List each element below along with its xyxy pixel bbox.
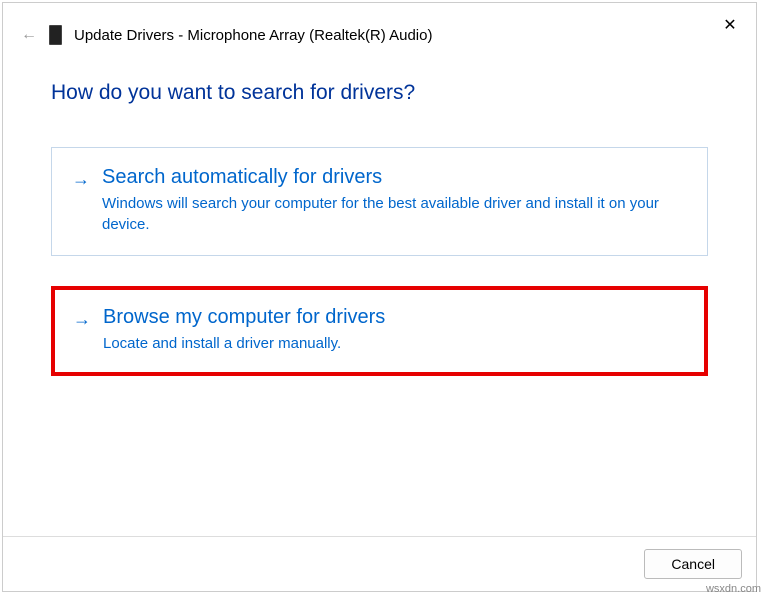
option-description: Locate and install a driver manually.: [103, 333, 686, 354]
back-arrow-icon: ←: [21, 26, 37, 43]
option-title: Browse my computer for drivers: [103, 306, 686, 329]
arrow-right-icon: →: [73, 306, 91, 354]
option-text: Browse my computer for drivers Locate an…: [103, 306, 686, 354]
option-search-automatically[interactable]: → Search automatically for drivers Windo…: [51, 147, 708, 256]
device-icon: [49, 25, 62, 45]
main-content: How do you want to search for drivers? →…: [3, 53, 756, 536]
close-button[interactable]: ✕: [718, 13, 742, 37]
option-description: Windows will search your computer for th…: [102, 193, 687, 235]
dialog-header: ← Update Drivers - Microphone Array (Rea…: [3, 3, 756, 53]
option-title: Search automatically for drivers: [102, 166, 687, 189]
update-drivers-dialog: ✕ ← Update Drivers - Microphone Array (R…: [2, 2, 757, 592]
arrow-right-icon: →: [72, 166, 90, 235]
dialog-title: Update Drivers - Microphone Array (Realt…: [74, 27, 432, 44]
search-question: How do you want to search for drivers?: [51, 81, 708, 105]
watermark: wsxdn.com: [706, 583, 761, 595]
cancel-button[interactable]: Cancel: [644, 549, 742, 579]
dialog-footer: Cancel: [3, 536, 756, 591]
back-button[interactable]: ←: [21, 26, 37, 44]
close-icon: ✕: [723, 17, 736, 34]
option-text: Search automatically for drivers Windows…: [102, 166, 687, 235]
option-browse-computer[interactable]: → Browse my computer for drivers Locate …: [51, 286, 708, 376]
